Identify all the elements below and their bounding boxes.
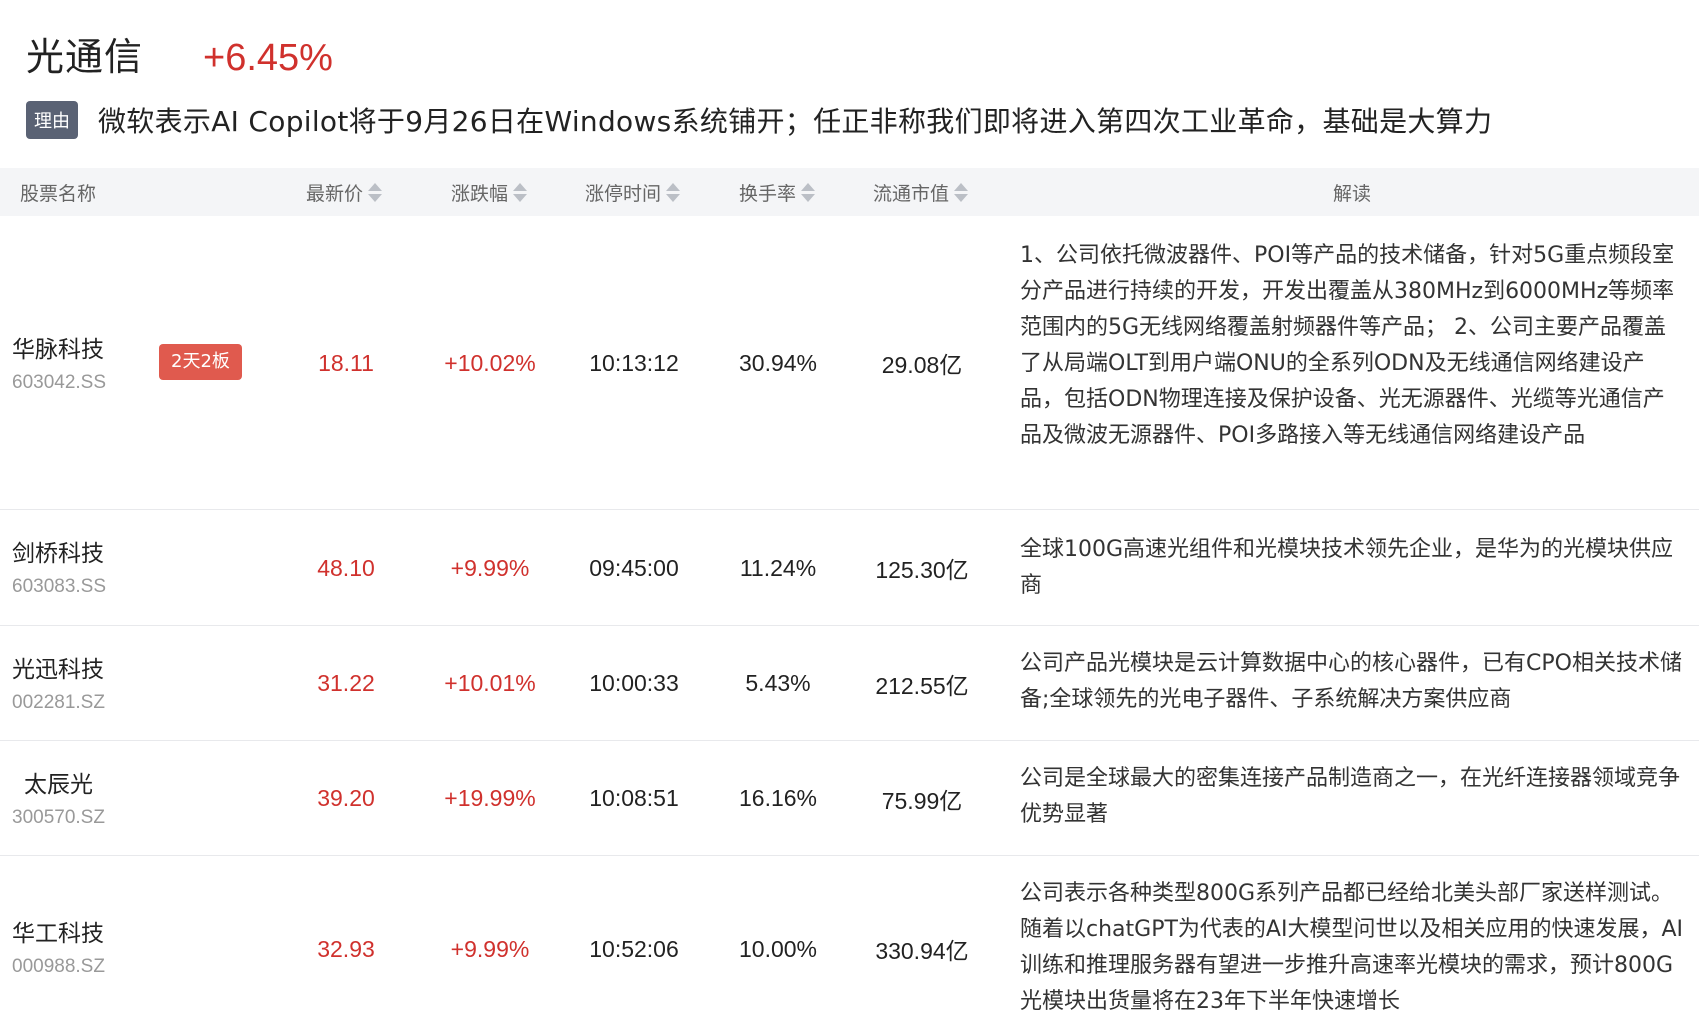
stock-code: 002281.SZ (12, 692, 105, 713)
stock-name[interactable]: 剑桥科技 (12, 534, 106, 568)
col-header-name: 股票名称 (20, 182, 97, 205)
stock-code: 000988.SZ (12, 956, 105, 977)
turnover-cell: 30.94% (738, 349, 817, 376)
sector-name: 光通信 (26, 35, 144, 79)
stock-name-block[interactable]: 太辰光 300570.SZ (12, 765, 105, 829)
analysis-cell: 全球100G高速光组件和光模块技术领先企业，是华为的光模块供应商 (1020, 537, 1674, 598)
change-cell: +9.99% (450, 554, 530, 581)
turnover-cell: 11.24% (739, 554, 817, 581)
stock-name-block[interactable]: 剑桥科技 603083.SS (12, 534, 106, 598)
market-cap-cell: 330.94亿 (875, 938, 969, 964)
reason-tag: 理由 (26, 101, 78, 139)
turnover-cell: 16.16% (738, 785, 817, 811)
stock-name[interactable]: 华脉科技 (12, 330, 106, 364)
col-header-turnover[interactable]: 换手率 (739, 168, 816, 216)
stock-name[interactable]: 太辰光 (24, 765, 105, 799)
limit-time-cell: 10:08:51 (589, 785, 679, 811)
stock-code: 603083.SS (12, 576, 107, 597)
stock-name-block[interactable]: 华脉科技 603042.SS (12, 330, 106, 394)
change-cell: +10.02% (444, 349, 536, 376)
col-header-limit-time[interactable]: 涨停时间 (585, 168, 681, 216)
change-cell: +10.01% (444, 670, 536, 696)
price-cell: 39.20 (317, 785, 375, 811)
turnover-cell: 10.00% (738, 935, 817, 962)
price-cell: 31.22 (317, 670, 375, 696)
board-badge: 2天2板 (159, 344, 242, 380)
price-cell: 48.10 (317, 554, 375, 581)
stock-name[interactable]: 光迅科技 (12, 650, 105, 684)
sort-icon[interactable] (368, 182, 383, 202)
reason-text: 微软表示AI Copilot将于9月26日在Windows系统铺开；任正非称我们… (98, 105, 1493, 138)
sort-icon[interactable] (666, 182, 681, 202)
reason-bar: 理由 微软表示AI Copilot将于9月26日在Windows系统铺开；任正非… (26, 100, 1676, 140)
col-header-change[interactable]: 涨跌幅 (451, 168, 528, 216)
market-cap-cell: 29.08亿 (881, 352, 963, 378)
turnover-cell: 5.43% (745, 670, 811, 696)
market-cap-cell: 75.99亿 (881, 787, 963, 814)
stock-code: 603042.SS (12, 372, 107, 393)
sector-change: +6.45% (203, 37, 333, 79)
analysis-cell: 1、公司依托微波器件、POI等产品的技术储备，针对5G重点频段室分产品进行持续的… (1020, 243, 1675, 448)
table-row[interactable]: 光迅科技 002281.SZ 31.22 +10.01% 10:00:33 5.… (0, 626, 1699, 741)
table-row[interactable]: 华工科技 000988.SZ 32.93 +9.99% 10:52:06 10.… (0, 856, 1699, 1032)
table-row[interactable]: 太辰光 300570.SZ 39.20 +19.99% 10:08:51 16.… (0, 741, 1699, 856)
analysis-cell: 公司表示各种类型800G系列产品都已经给北美头部厂家送样测试。随着以chatGP… (1020, 881, 1683, 1014)
change-cell: +19.99% (444, 785, 536, 811)
sector-header: 光通信 +6.45% (26, 26, 333, 79)
price-cell: 18.11 (318, 349, 374, 376)
price-cell: 32.93 (317, 935, 375, 962)
sort-icon[interactable] (801, 182, 816, 202)
table-row[interactable]: 剑桥科技 603083.SS 48.10 +9.99% 09:45:00 11.… (0, 510, 1699, 626)
limit-time-cell: 10:52:06 (589, 935, 679, 962)
limit-time-cell: 10:00:33 (589, 670, 679, 696)
col-header-analysis: 解读 (1333, 182, 1372, 205)
sort-icon[interactable] (513, 182, 528, 202)
analysis-cell: 公司是全球最大的密集连接产品制造商之一，在光纤连接器领域竞争优势显著 (1020, 766, 1681, 827)
sort-icon[interactable] (954, 182, 969, 202)
col-header-price[interactable]: 最新价 (306, 168, 383, 216)
table-header: 股票名称 最新价 涨跌幅 涨停时间 换手率 流通市值 解读 (0, 168, 1699, 216)
analysis-cell: 公司产品光模块是云计算数据中心的核心器件，已有CPO相关技术储备;全球领先的光电… (1020, 651, 1682, 712)
market-cap-cell: 125.30亿 (875, 557, 969, 583)
limit-time-cell: 10:13:12 (589, 349, 679, 376)
change-cell: +9.99% (450, 935, 530, 962)
limit-time-cell: 09:45:00 (589, 554, 679, 581)
stock-name-block[interactable]: 光迅科技 002281.SZ (12, 650, 105, 714)
stock-code: 300570.SZ (12, 807, 105, 828)
table-row[interactable]: 华脉科技 603042.SS 2天2板 18.11 +10.02% 10:13:… (0, 216, 1699, 510)
stock-name[interactable]: 华工科技 (12, 914, 105, 948)
market-cap-cell: 212.55亿 (875, 672, 969, 699)
stock-name-block[interactable]: 华工科技 000988.SZ (12, 914, 105, 978)
col-header-market-cap[interactable]: 流通市值 (873, 168, 969, 216)
